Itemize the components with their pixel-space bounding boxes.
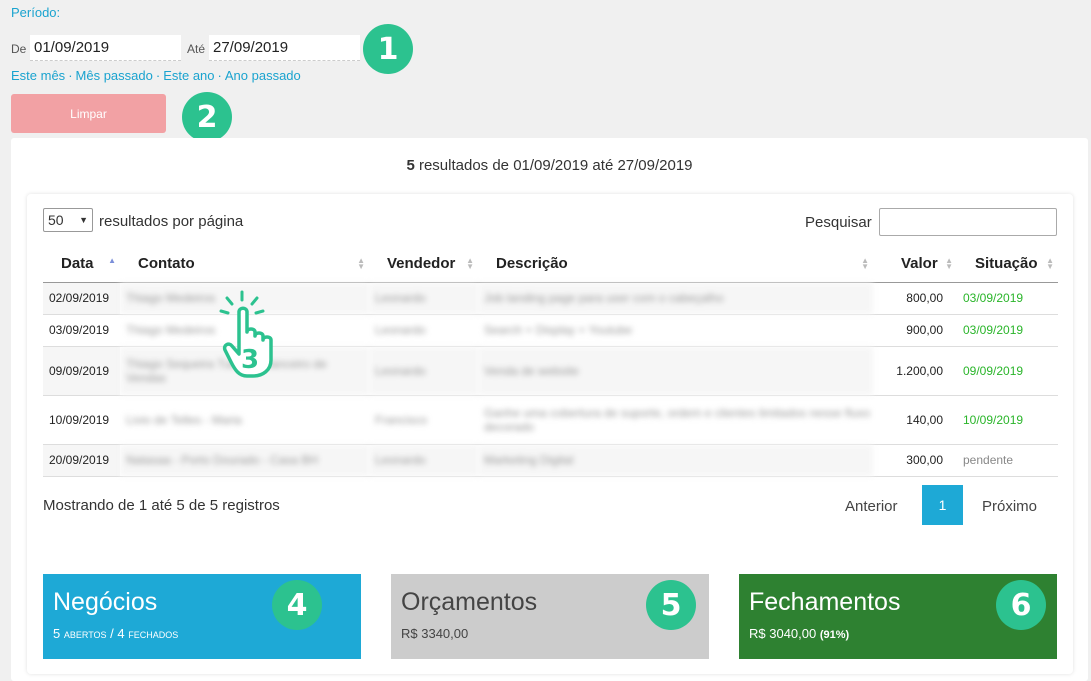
search-label: Pesquisar [805,214,872,231]
col-header-contato[interactable]: Contato ▲ ▼ [120,246,369,283]
cell-vendedor: Francisco [369,395,478,445]
results-summary: 5 resultados de 01/09/2019 até 27/09/201… [11,157,1088,174]
cell-descricao: Job landing page para user com o cabeçal… [478,282,873,315]
search-input[interactable] [879,208,1057,236]
col-header-descricao[interactable]: Descrição ▲ ▼ [478,246,873,283]
link-ano-passado[interactable]: Ano passado [225,68,301,83]
pager-next-button[interactable]: Próximo [982,498,1037,515]
cell-valor: 140,00 [873,395,957,445]
cell-situacao: pendente [957,444,1058,477]
cell-contato: Natasaa - Porto Dourado - Casa BH [120,444,369,477]
cell-data: 20/09/2019 [43,444,120,477]
sort-icon: ▲ ▼ [1046,256,1054,271]
cell-valor: 800,00 [873,282,957,315]
clear-button[interactable]: Limpar [11,94,166,133]
cell-vendedor: Leonardo [369,346,478,396]
caret-down-icon: ▼ [79,215,88,225]
cell-contato: Livio de Telles - Maria [120,395,369,445]
link-este-ano[interactable]: Este ano [163,68,214,83]
sort-icon: ▲ ▼ [466,256,474,271]
date-from-input[interactable] [30,35,181,61]
step-badge-3: 3 [241,345,259,375]
tile-negocios-sub: 5 abertos / 4 fechados [53,626,179,641]
link-este-mes[interactable]: Este mês [11,68,65,83]
col-header-data[interactable]: Data ▲ [43,246,120,283]
table-row[interactable]: 02/09/2019 Thiago Medeiros Leonardo Job … [43,282,1058,315]
pointer-hand-icon: 3 [219,290,273,378]
step-badge-6: 6 [996,580,1046,630]
cell-descricao: Search + Display + Youtube [478,314,873,347]
cell-data: 09/09/2019 [43,346,120,396]
tile-fechamentos-pct: (91%) [819,629,850,641]
col-header-vendedor[interactable]: Vendedor ▲ ▼ [369,246,478,283]
col-header-descricao-label: Descrição [496,255,568,273]
results-count: 5 [406,157,415,174]
sort-icon: ▲ ▼ [945,256,953,271]
results-summary-text: resultados de 01/09/2019 até 27/09/2019 [414,157,693,174]
tile-fechamentos-value: R$ 3040,00 [749,626,817,641]
table-row[interactable]: 10/09/2019 Livio de Telles - Maria Franc… [43,395,1058,445]
step-badge-5: 5 [646,580,696,630]
results-table: Data ▲ Contato ▲ ▼ Vendedor ▲ ▼ Descrição ▲ ▼ V… [43,246,1058,477]
cell-descricao: Marketing Digital [478,444,873,477]
table-card: 50 ▼ resultados por página Pesquisar Data… [27,194,1073,674]
cell-vendedor: Leonardo [369,314,478,347]
col-header-data-label: Data [61,255,94,273]
records-info: Mostrando de 1 até 5 de 5 registros [43,497,280,514]
pager-page-1[interactable]: 1 [922,485,963,525]
tile-orcamentos-sub: R$ 3340,00 [401,626,469,641]
step-badge-4: 4 [272,580,322,630]
cell-vendedor: Leonardo [369,444,478,477]
date-from-label: De [11,42,27,56]
page-length-value: 50 [48,212,64,228]
col-header-vendedor-label: Vendedor [387,255,456,273]
cell-data: 02/09/2019 [43,282,120,315]
table-row[interactable]: 09/09/2019 Thiago Sequeira Tuka - Financ… [43,346,1058,396]
sort-icon: ▲ ▼ [861,256,869,271]
col-header-valor-label: Valor [901,255,938,273]
cell-descricao: Ganhe uma cobertura de suporte, ordem e … [478,395,873,445]
table-row[interactable]: 20/09/2019 Natasaa - Porto Dourado - Cas… [43,444,1058,477]
col-header-situacao[interactable]: Situação ▲ ▼ [957,246,1058,283]
date-to-input[interactable] [209,35,360,61]
col-header-valor[interactable]: Valor ▲ ▼ [873,246,957,283]
col-header-contato-label: Contato [138,255,195,273]
cell-data: 10/09/2019 [43,395,120,445]
quick-period-links: Este mês · Mês passado · Este ano · Ano passad… [11,68,301,83]
cell-data: 03/09/2019 [43,314,120,347]
cell-situacao: 03/09/2019 [957,282,1058,315]
col-header-situacao-label: Situação [975,255,1038,273]
tile-fechamentos-sub: R$ 3040,00 (91%) [749,626,1047,641]
cell-valor: 900,00 [873,314,957,347]
cell-valor: 1.200,00 [873,346,957,396]
step-badge-1: 1 [363,24,413,74]
step-badge-2: 2 [182,92,232,142]
page-length-label: resultados por página [99,213,244,230]
sort-icon: ▲ ▼ [357,256,365,271]
link-mes-passado[interactable]: Mês passado [76,68,153,83]
table-row[interactable]: 03/09/2019 Thiago Medeiros Leonardo Sear… [43,314,1058,347]
pager-prev-button[interactable]: Anterior [845,498,898,515]
sort-asc-icon: ▲ [108,256,116,265]
results-panel: 5 resultados de 01/09/2019 até 27/09/201… [11,138,1088,681]
cell-situacao: 03/09/2019 [957,314,1058,347]
cell-valor: 300,00 [873,444,957,477]
date-to-label: Até [187,42,206,56]
cell-vendedor: Leonardo [369,282,478,315]
cell-situacao: 10/09/2019 [957,395,1058,445]
periodo-label: Período: [11,5,61,20]
page-length-select[interactable]: 50 ▼ [43,208,93,232]
cell-descricao: Venda de website [478,346,873,396]
cell-situacao: 09/09/2019 [957,346,1058,396]
